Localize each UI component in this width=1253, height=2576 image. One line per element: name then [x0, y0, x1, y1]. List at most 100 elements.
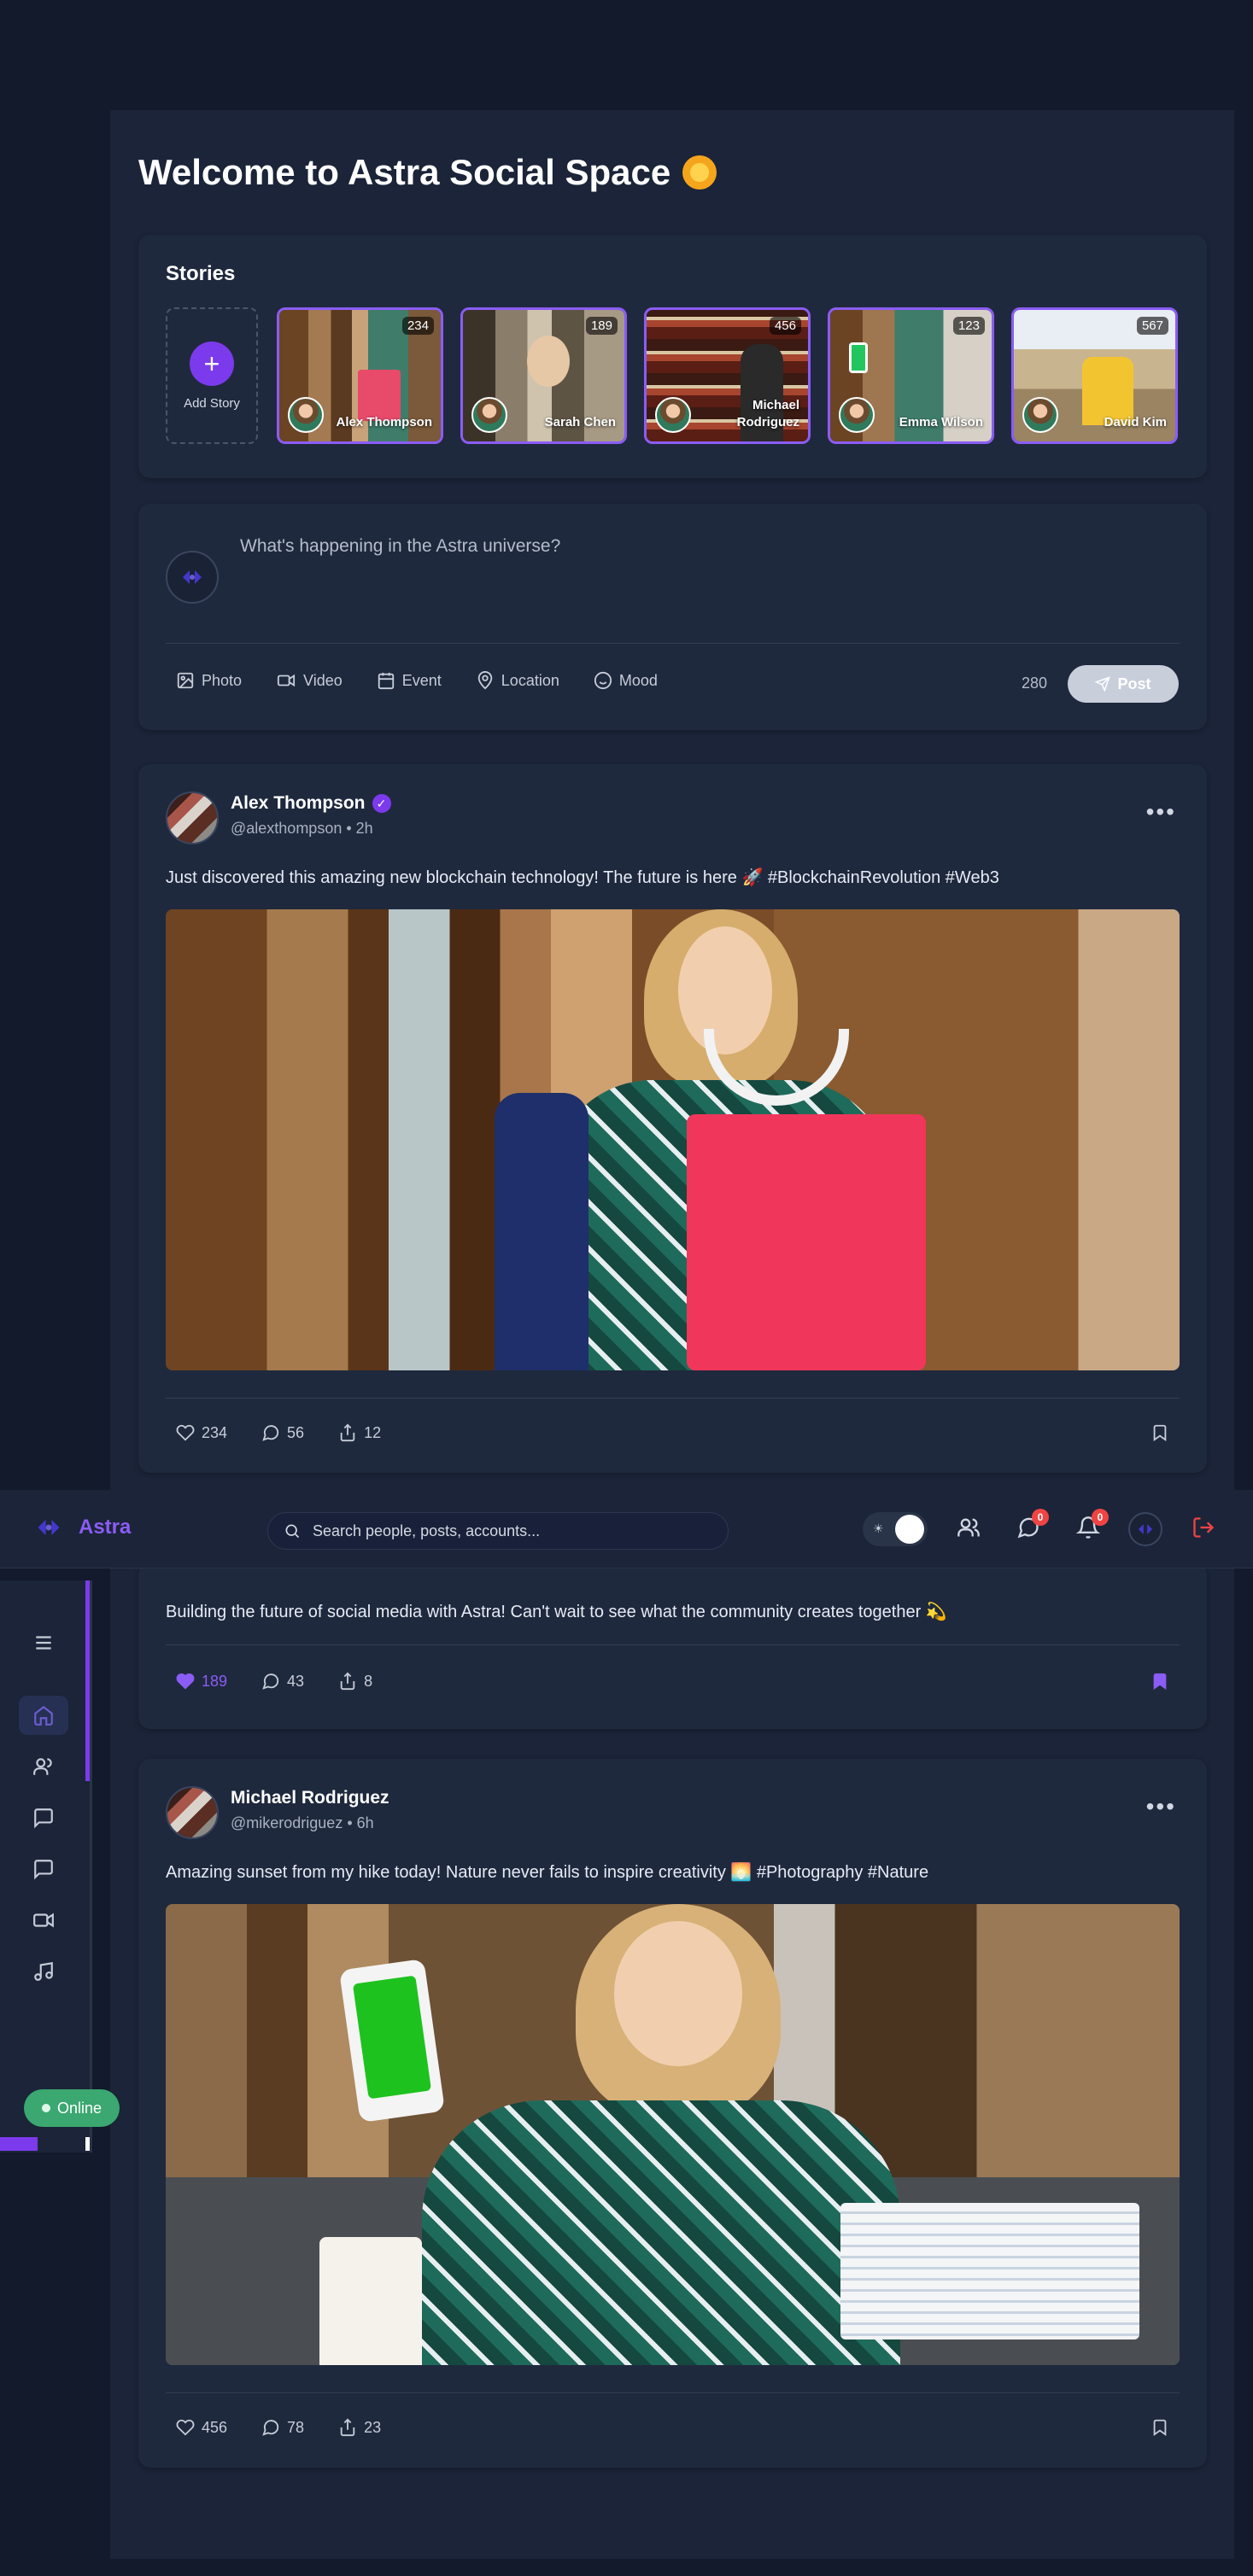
- avatar: [288, 397, 324, 433]
- avatar: [1022, 397, 1058, 433]
- add-story-label: Add Story: [184, 395, 240, 411]
- post-card: Building the future of social media with…: [138, 1563, 1207, 1729]
- friends-button[interactable]: [957, 1516, 981, 1544]
- like-count: 189: [202, 1672, 228, 1690]
- post-image[interactable]: [166, 1904, 1180, 2365]
- comment-button[interactable]: 78: [261, 2418, 304, 2437]
- messages-badge: 0: [1032, 1509, 1049, 1526]
- like-button[interactable]: 456: [176, 2418, 227, 2437]
- post-composer: What's happening in the Astra universe? …: [138, 504, 1207, 730]
- composer-input[interactable]: What's happening in the Astra universe?: [240, 536, 560, 557]
- share-icon: [340, 2418, 355, 2437]
- divider: [166, 1398, 1180, 1399]
- comment-button[interactable]: 43: [261, 1672, 304, 1691]
- post-button[interactable]: Post: [1068, 665, 1179, 703]
- like-count: 234: [202, 1423, 228, 1441]
- bookmark-icon: [1153, 1424, 1167, 1442]
- video-icon: [277, 674, 296, 687]
- online-status-badge[interactable]: Online: [24, 2089, 120, 2127]
- video-icon: [33, 1913, 54, 1928]
- logout-button[interactable]: [1192, 1516, 1215, 1544]
- brand-logo[interactable]: Astra: [34, 1516, 131, 1539]
- sidebar-item-chat[interactable]: [19, 1798, 68, 1837]
- comment-button[interactable]: 56: [261, 1423, 304, 1442]
- divider: [166, 2392, 1180, 2393]
- post-author[interactable]: Michael Rodriguez: [231, 1788, 389, 1808]
- astra-logo-icon: [1138, 1524, 1153, 1534]
- photo-label: Photo: [202, 671, 243, 689]
- share-button[interactable]: 8: [338, 1672, 372, 1691]
- search-icon: [285, 1524, 300, 1539]
- send-icon: [1095, 676, 1111, 692]
- character-count: 280: [1022, 675, 1048, 692]
- sidebar-item-home[interactable]: [19, 1696, 68, 1735]
- notifications-button[interactable]: 0: [1075, 1509, 1109, 1544]
- sidebar-item-video[interactable]: [19, 1901, 68, 1940]
- astra-logo-icon: [38, 1519, 60, 1536]
- bookmark-button[interactable]: [1151, 2416, 1169, 2443]
- like-button[interactable]: 189: [176, 1672, 227, 1691]
- photo-button[interactable]: Photo: [176, 671, 242, 690]
- message-icon: [34, 1860, 53, 1880]
- post-author[interactable]: Alex Thompson: [231, 793, 366, 814]
- messages-button[interactable]: 0: [1016, 1509, 1049, 1544]
- sidebar-item-music[interactable]: [19, 1952, 68, 1991]
- avatar[interactable]: [166, 1786, 219, 1839]
- welcome-title: Welcome to Astra Social Space: [138, 152, 671, 192]
- story-view-count: 456: [769, 317, 801, 335]
- sidebar-progress-end: [85, 2137, 90, 2151]
- sidebar-item-messages[interactable]: [19, 1849, 68, 1889]
- video-button[interactable]: Video: [276, 671, 343, 690]
- divider: [166, 643, 1180, 644]
- menu-icon: [36, 1636, 51, 1650]
- left-sidebar: [0, 1580, 92, 2153]
- story-item[interactable]: 234 Alex Thompson: [277, 307, 443, 444]
- brand-name: Astra: [79, 1516, 132, 1539]
- avatar: [839, 397, 875, 433]
- search-input[interactable]: Search people, posts, accounts...: [313, 1522, 540, 1540]
- video-label: Video: [303, 671, 343, 689]
- image-icon: [177, 672, 194, 689]
- more-options-icon[interactable]: •••: [1146, 1793, 1176, 1820]
- sidebar-item-friends[interactable]: [19, 1747, 68, 1786]
- add-story-button[interactable]: + Add Story: [166, 307, 258, 444]
- story-item[interactable]: 567 David Kim: [1011, 307, 1178, 444]
- more-options-icon[interactable]: •••: [1146, 798, 1176, 826]
- post-card: Michael Rodriguez @mikerodriguez • 6h ••…: [138, 1759, 1207, 2468]
- mood-button[interactable]: Mood: [594, 671, 658, 690]
- share-icon: [340, 1672, 355, 1691]
- post-meta: @alexthompson • 2h: [231, 820, 373, 837]
- bookmark-button[interactable]: [1151, 1670, 1169, 1697]
- share-count: 23: [364, 2418, 382, 2436]
- event-button[interactable]: Event: [377, 671, 442, 690]
- top-header: Astra Search people, posts, accounts... …: [0, 1490, 1253, 1568]
- story-item[interactable]: 123 Emma Wilson: [828, 307, 994, 444]
- comment-icon: [262, 2420, 279, 2436]
- profile-avatar[interactable]: [1128, 1512, 1162, 1546]
- stories-card: Stories + Add Story 234 Alex Thompson 18…: [138, 235, 1207, 478]
- post-image[interactable]: [166, 909, 1180, 1370]
- users-icon: [957, 1518, 980, 1537]
- comment-count: 43: [287, 1672, 305, 1690]
- avatar[interactable]: [166, 791, 219, 844]
- heart-icon: [176, 2419, 195, 2436]
- share-count: 12: [364, 1423, 382, 1441]
- stories-title: Stories: [166, 262, 236, 285]
- share-button[interactable]: 23: [338, 2418, 381, 2437]
- notifications-badge: 0: [1092, 1509, 1109, 1526]
- like-button[interactable]: 234: [176, 1423, 227, 1442]
- map-pin-icon: [477, 671, 493, 690]
- menu-toggle-button[interactable]: [19, 1623, 68, 1662]
- story-item[interactable]: 189 Sarah Chen: [460, 307, 627, 444]
- search-bar[interactable]: Search people, posts, accounts...: [267, 1512, 729, 1550]
- theme-toggle[interactable]: ☀: [863, 1512, 928, 1546]
- welcome-heading: Welcome to Astra Social Space: [138, 152, 717, 193]
- status-dot: [41, 2104, 50, 2112]
- share-button[interactable]: 12: [338, 1423, 381, 1442]
- music-icon: [34, 1961, 53, 1981]
- story-item[interactable]: 456 Michael Rodriguez: [644, 307, 811, 444]
- bookmark-button[interactable]: [1151, 1422, 1169, 1448]
- post-text: Building the future of social media with…: [166, 1603, 947, 1621]
- like-count: 456: [202, 2418, 228, 2436]
- location-button[interactable]: Location: [476, 671, 559, 690]
